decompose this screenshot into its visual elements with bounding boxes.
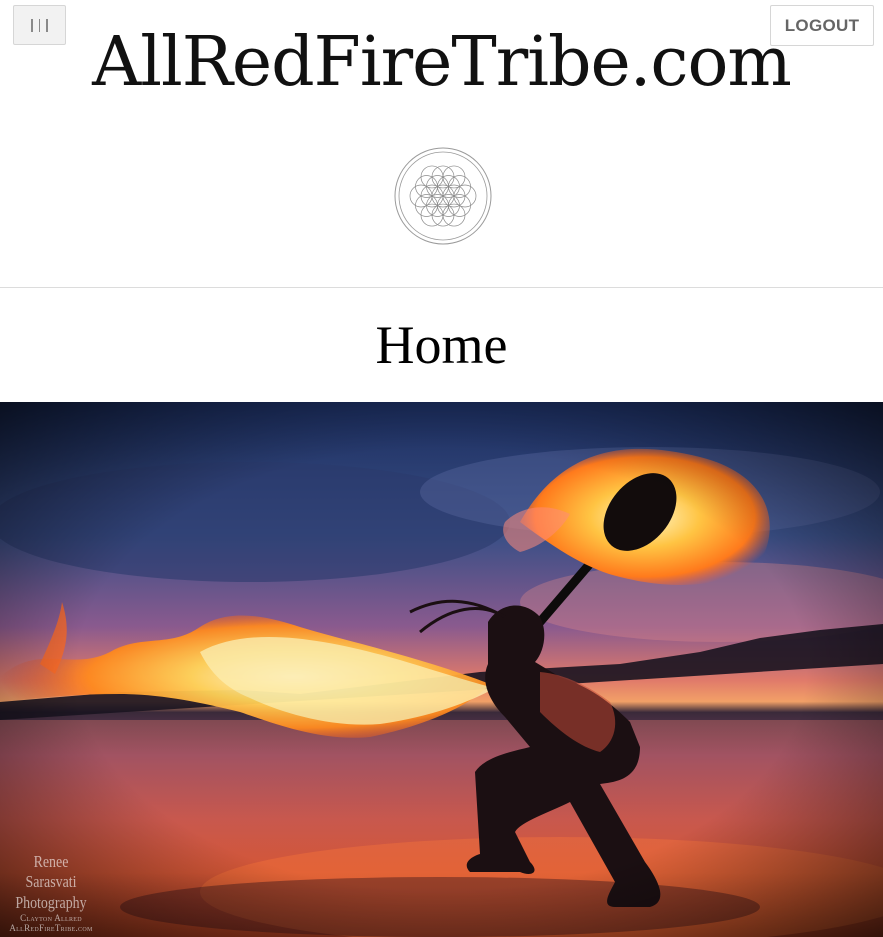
credit-photography: Photography: [15, 893, 87, 912]
site-header: LOGOUT AllRedFireTribe.com: [0, 0, 883, 287]
site-logo-title[interactable]: AllRedFireTribe.com: [0, 23, 883, 102]
fire-performer-photo: [0, 402, 883, 937]
photo-credit-watermark: Renee Sarasvati Photography Clayton Allr…: [4, 852, 98, 933]
flower-of-life-icon: [394, 147, 492, 245]
page-title: Home: [375, 315, 508, 375]
credit-performer: Clayton Allred: [20, 913, 82, 923]
hero-image: Renee Sarasvati Photography Clayton Allr…: [0, 402, 883, 937]
credit-website: AllRedFireTribe.com: [9, 923, 93, 933]
credit-photographer: Renee Sarasvati: [25, 852, 77, 891]
